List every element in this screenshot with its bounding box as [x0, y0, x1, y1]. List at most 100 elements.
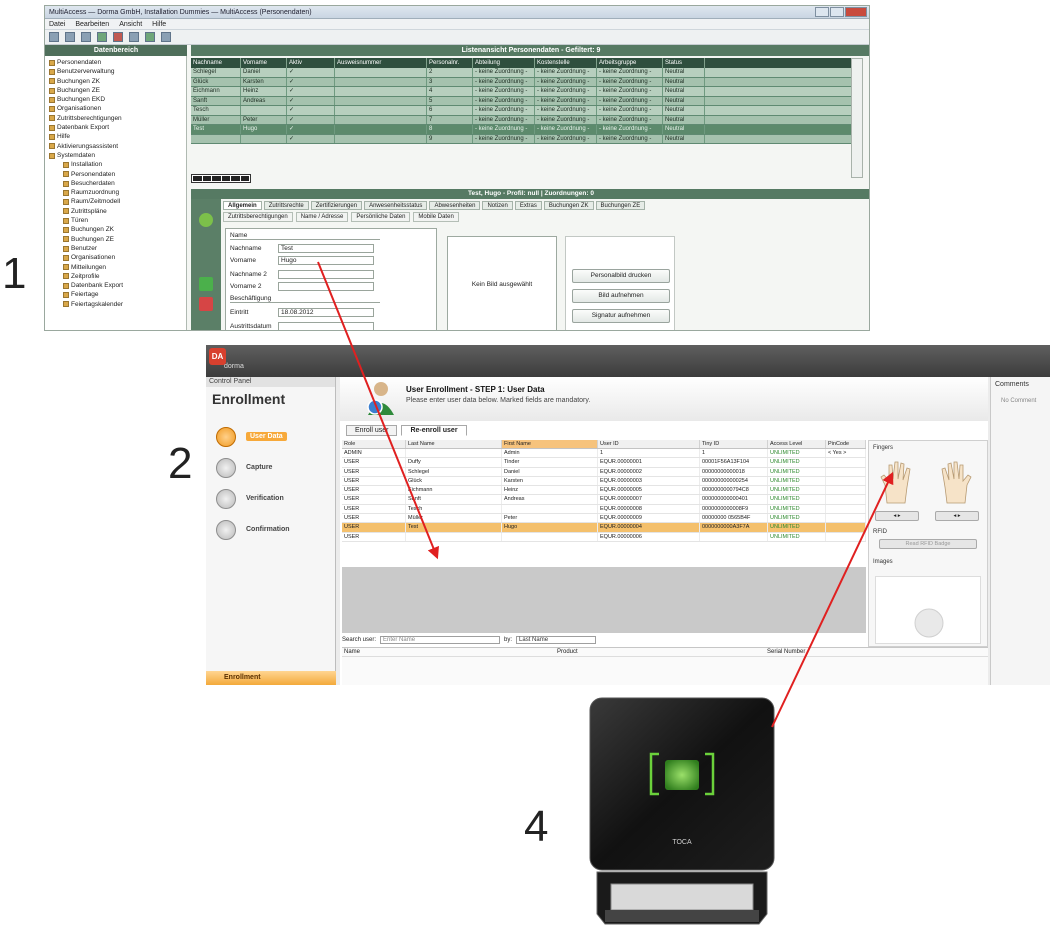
- next-arrow-icon[interactable]: [199, 277, 213, 291]
- tree-item[interactable]: Zeitprofile: [49, 272, 184, 281]
- minimize-button[interactable]: [815, 7, 829, 17]
- user-table-column-header[interactable]: Role: [342, 440, 406, 448]
- user-table-row[interactable]: USER Müller Peter EQUR.00000009 00000000 056…: [342, 514, 866, 524]
- tree-item[interactable]: Feiertagskalender: [49, 300, 184, 309]
- tree-item[interactable]: Türen: [49, 216, 184, 225]
- grid-column-header[interactable]: Abteilung: [473, 58, 535, 68]
- tree-item[interactable]: Buchungen ZK: [49, 225, 184, 234]
- tab-1[interactable]: Zutrittsrechte: [263, 201, 309, 210]
- grid-row[interactable]: Tesch ✓ 6- keine Zuordnung -- keine Zuordn…: [191, 106, 851, 116]
- save-icon[interactable]: [49, 32, 59, 42]
- user-table-row[interactable]: ADMIN Admin 1 1 UNLIMITED < Yes >: [342, 449, 866, 459]
- delete-icon[interactable]: [199, 297, 213, 311]
- tree-item[interactable]: Organisationen: [49, 104, 184, 113]
- nachname-field[interactable]: Test: [278, 243, 374, 253]
- subtab-3[interactable]: Mobile Daten: [413, 212, 459, 222]
- subtab-1[interactable]: Name / Adresse: [295, 212, 349, 222]
- tab-7[interactable]: Buchungen ZK: [543, 201, 594, 210]
- grid-row[interactable]: Eichmann Heinz ✓ 4- keine Zuordnung -- kein…: [191, 87, 851, 97]
- tab-re-enroll-user[interactable]: Re-enroll user: [401, 425, 467, 436]
- user-table-row[interactable]: USER Schlegel Daniel EQUR.00000002 000000000…: [342, 467, 866, 477]
- grid-column-header[interactable]: Aktiv: [287, 58, 335, 68]
- print-photo-button[interactable]: Personalbild drucken: [572, 269, 670, 283]
- user-table-row[interactable]: USER Tesch EQUR.00000008 0000000000008F9 UNL…: [342, 504, 866, 515]
- take-photo-button[interactable]: Bild aufnehmen: [572, 289, 670, 303]
- enrollment-step[interactable]: User Data: [216, 421, 290, 452]
- left-hand-icon[interactable]: [879, 459, 919, 505]
- vorname-field[interactable]: Hugo: [278, 255, 374, 265]
- nachname2-field[interactable]: [278, 269, 374, 279]
- grid-row[interactable]: Müller Peter ✓ 7- keine Zuordnung -- keine …: [191, 115, 851, 125]
- tree-item[interactable]: Besucherdaten: [49, 179, 184, 188]
- tree-item[interactable]: Aktivierungsassistent: [49, 142, 184, 151]
- grid-column-header[interactable]: Kostenstelle: [535, 58, 597, 68]
- eintritt-field[interactable]: 18.08.2012: [278, 307, 374, 317]
- subtab-0[interactable]: Zutrittsberechtigungen: [223, 212, 293, 222]
- tree-item[interactable]: Organisationen: [49, 253, 184, 262]
- enrollment-button[interactable]: Enrollment: [206, 671, 336, 685]
- tree-item[interactable]: Zutrittsberechtigungen: [49, 114, 184, 123]
- user-table-row[interactable]: USER Test Hugo EQUR.00000004 0000000000A3F7A…: [342, 523, 866, 533]
- right-hand-icon[interactable]: [933, 459, 973, 505]
- austritt-field[interactable]: [278, 321, 374, 330]
- search-field-select[interactable]: Last Name: [516, 636, 597, 644]
- user-table-row[interactable]: USER Duffy Tinder EQUR.00000001 00001F56A13F…: [342, 458, 866, 468]
- enrollment-step[interactable]: Confirmation: [216, 514, 290, 545]
- right-hand-next-button[interactable]: ◂ ▸: [935, 511, 979, 521]
- menu-item[interactable]: Datei: [49, 21, 65, 28]
- enrollment-step[interactable]: Capture: [216, 452, 290, 483]
- add-icon[interactable]: [97, 32, 107, 42]
- tree-item[interactable]: Buchungen ZE: [49, 235, 184, 244]
- grid-row[interactable]: Schlegel Daniel ✓ 2- keine Zuordnung -- kei…: [191, 68, 851, 78]
- menu-item[interactable]: Ansicht: [119, 21, 142, 28]
- maximize-button[interactable]: [830, 7, 844, 17]
- tree-item[interactable]: Zutrittspläne: [49, 207, 184, 216]
- print-icon[interactable]: [65, 32, 75, 42]
- user-table-row[interactable]: USER Eichmann Heinz EQUR.00000005 0000000000…: [342, 486, 866, 496]
- read-rfid-button[interactable]: Read RFID Badge: [879, 539, 977, 549]
- save-check-icon[interactable]: [199, 213, 213, 227]
- tree-item[interactable]: Benutzer: [49, 244, 184, 253]
- tab-8[interactable]: Buchungen ZE: [595, 201, 646, 210]
- tab-2[interactable]: Zertifizierungen: [310, 201, 363, 210]
- user-table-column-header[interactable]: Last Name: [406, 440, 502, 448]
- user-table-column-header[interactable]: User ID: [598, 440, 700, 448]
- user-table-row[interactable]: USER Glück Karsten EQUR.00000003 00000000000…: [342, 476, 866, 487]
- tab-6[interactable]: Extras: [514, 201, 542, 210]
- tab-3[interactable]: Anwesenheitsstatus: [364, 201, 428, 210]
- user-table-column-header[interactable]: Access Level: [768, 440, 826, 448]
- user-table-row[interactable]: USER EQUR.00000006 UNLIMITED: [342, 532, 866, 542]
- grid-column-header[interactable]: Personalnr.: [427, 58, 473, 68]
- tree-item[interactable]: Datenbank Export: [49, 281, 184, 290]
- grid-column-header[interactable]: Arbeitsgruppe: [597, 58, 663, 68]
- grid-pager[interactable]: [191, 174, 251, 183]
- vorname2-field[interactable]: [278, 281, 374, 291]
- enrollment-step[interactable]: Verification: [216, 483, 290, 514]
- tab-0[interactable]: Allgemein: [223, 201, 262, 210]
- tree-item[interactable]: Raumzuordnung: [49, 188, 184, 197]
- tree-item[interactable]: Feiertage: [49, 290, 184, 299]
- subtab-2[interactable]: Persönliche Daten: [351, 212, 411, 222]
- tree-item[interactable]: Buchungen ZE: [49, 86, 184, 95]
- grid-scrollbar[interactable]: [851, 58, 863, 178]
- tab-enroll-user[interactable]: Enroll user: [346, 425, 398, 436]
- grid-column-header[interactable]: Status: [663, 58, 705, 68]
- export-icon[interactable]: [161, 32, 171, 42]
- grid-column-header[interactable]: Ausweisnummer: [335, 58, 427, 68]
- tab-4[interactable]: Abwesenheiten: [429, 201, 481, 210]
- capture-signature-button[interactable]: Signatur aufnehmen: [572, 309, 670, 323]
- user-table-row[interactable]: USER Sanft Andreas EQUR.00000007 00000000000…: [342, 495, 866, 505]
- tree-item[interactable]: Datenbank Export: [49, 123, 184, 132]
- tree-item[interactable]: Personendaten: [49, 58, 184, 67]
- user-table-column-header[interactable]: First Name: [502, 440, 598, 448]
- user-table-column-header[interactable]: PinCode: [826, 440, 866, 448]
- grid-row[interactable]: ✓ 9- keine Zuordnung -- keine Zuordnung -…: [191, 134, 851, 144]
- tree-item[interactable]: Buchungen ZK: [49, 77, 184, 86]
- open-icon[interactable]: [81, 32, 91, 42]
- tree-item[interactable]: Buchungen EKD: [49, 95, 184, 104]
- tree-item[interactable]: Installation: [49, 160, 184, 169]
- tree-item[interactable]: Hilfe: [49, 132, 184, 141]
- tree-item[interactable]: Benutzerverwaltung: [49, 67, 184, 76]
- search-input[interactable]: Enter Name: [380, 636, 501, 644]
- close-button[interactable]: [845, 7, 867, 17]
